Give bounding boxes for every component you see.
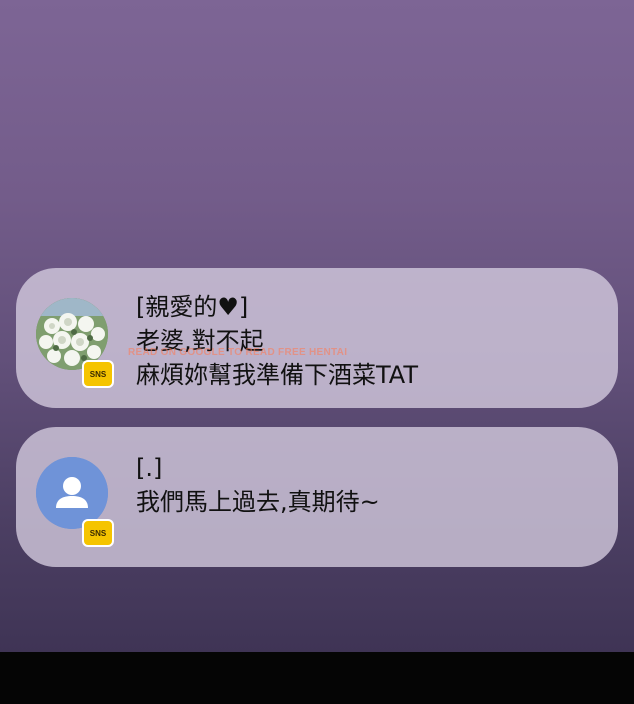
screen-background: SNS [親愛的♥] 老婆,對不起 麻煩妳幫我準備下酒菜TAT READ ON … <box>0 0 634 652</box>
sns-badge-icon: SNS <box>82 360 114 388</box>
notification-sender: [親愛的♥] <box>136 293 249 321</box>
notification-sender: [.] <box>136 454 163 482</box>
notification-line: 我們馬上過去,真期待~ <box>136 488 380 516</box>
notification-line: 麻煩妳幫我準備下酒菜TAT <box>136 361 419 389</box>
sns-badge-icon: SNS <box>82 519 114 547</box>
watermark-text: READ ON GOOGLE TO READ FREE HENTAI <box>128 347 348 358</box>
notification-card[interactable]: SNS [親愛的♥] 老婆,對不起 麻煩妳幫我準備下酒菜TAT <box>16 268 618 408</box>
notification-body: [親愛的♥] 老婆,對不起 麻煩妳幫我準備下酒菜TAT <box>136 290 598 392</box>
notification-body: [.] 我們馬上過去,真期待~ <box>136 451 598 519</box>
bottom-black-bar <box>0 652 634 704</box>
notification-card[interactable]: SNS [.] 我們馬上過去,真期待~ <box>16 427 618 567</box>
